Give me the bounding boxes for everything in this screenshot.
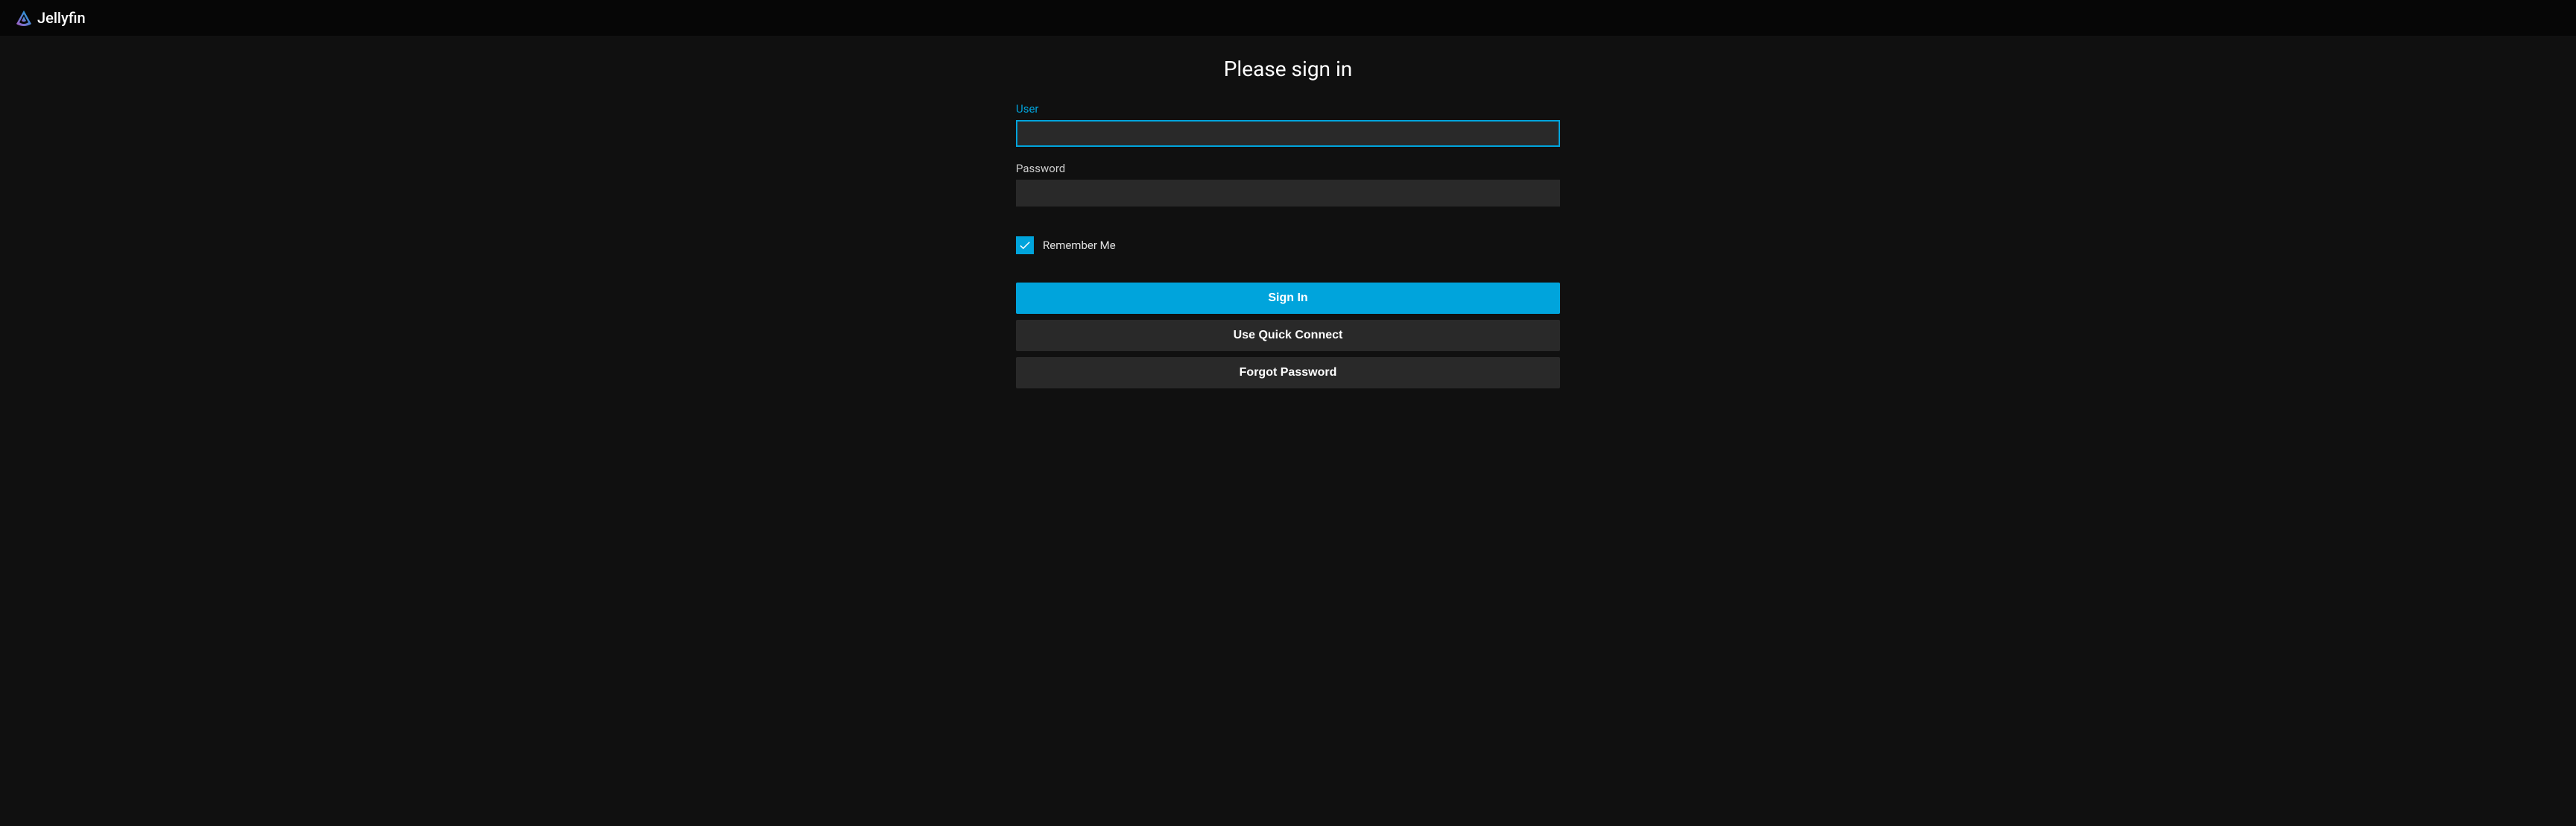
brand-logo[interactable]: Jellyfin [15,9,86,27]
brand-name: Jellyfin [37,9,86,27]
forgot-password-button[interactable]: Forgot Password [1016,357,1560,388]
app-header: Jellyfin [0,0,2576,36]
password-input[interactable] [1016,180,1560,206]
signin-button[interactable]: Sign In [1016,283,1560,314]
check-icon [1018,239,1032,252]
jellyfin-icon [15,9,33,27]
remember-me-checkbox[interactable] [1016,236,1034,254]
remember-me-label[interactable]: Remember Me [1043,239,1116,252]
user-field-group: User [1016,102,1560,147]
password-field-group: Password [1016,162,1560,206]
user-label: User [1016,102,1560,116]
login-form: User Password Remember Me Sign In Use Qu… [1016,102,1560,394]
user-input[interactable] [1016,120,1560,147]
remember-me-group: Remember Me [1016,236,1560,254]
page-title: Please sign in [1224,57,1352,81]
quick-connect-button[interactable]: Use Quick Connect [1016,320,1560,351]
main-content: Please sign in User Password Remember Me… [0,36,2576,394]
password-label: Password [1016,162,1560,175]
